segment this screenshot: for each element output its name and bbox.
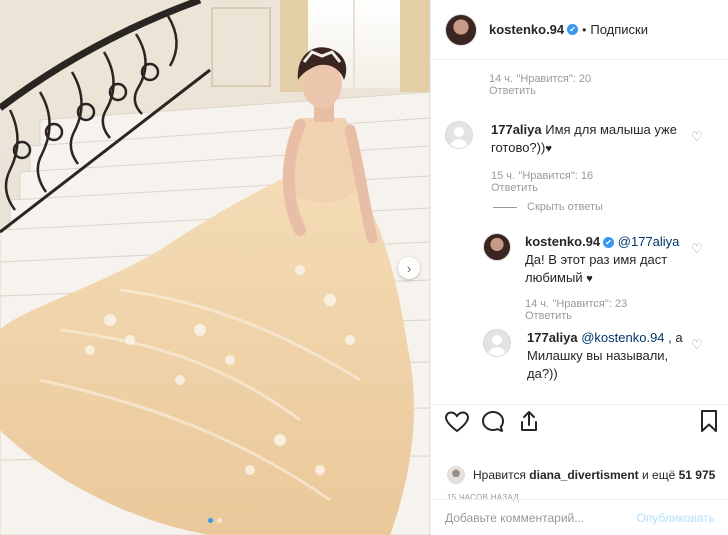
post-header: kostenko.94 ✔ • Подписки: [431, 0, 728, 60]
hide-replies-button[interactable]: Скрыть ответы: [493, 201, 603, 213]
comment-likes[interactable]: "Нравится": 16: [518, 170, 593, 182]
comment-bubble-icon[interactable]: [481, 410, 505, 434]
heart-outline-icon[interactable]: [445, 411, 469, 433]
likes-prefix: Нравится: [473, 468, 526, 482]
divider-line: [493, 206, 517, 208]
carousel-dot-2: [217, 518, 222, 523]
reply-kostenko: kostenko.94 ✔ @177aliya Да! В этот раз им…: [483, 233, 719, 322]
comment-177aliya: 177aliya Имя для малыша уже готово?))♥ 1…: [445, 121, 715, 194]
likes-and-more: и ещё: [642, 468, 676, 482]
post-side-panel: kostenko.94 ✔ • Подписки 14 ч. "Нравится…: [430, 0, 728, 535]
chevron-right-icon: ›: [406, 260, 412, 276]
header-separator: •: [582, 22, 587, 37]
reply-mention[interactable]: @kostenko.94: [581, 330, 664, 345]
post-photo[interactable]: ›: [0, 0, 430, 535]
reply-button[interactable]: Ответить: [525, 310, 685, 322]
reply-button[interactable]: Ответить: [491, 182, 699, 194]
carousel-indicator: [0, 518, 430, 523]
heart-emoji-icon: ♥: [586, 273, 593, 285]
commenter-username[interactable]: 177aliya: [491, 122, 542, 137]
comment-likes[interactable]: "Нравится": 23: [552, 298, 627, 310]
reply-text: Да! В этот раз имя даст любимый: [525, 252, 668, 285]
add-comment-bar: Опубликовать: [431, 499, 728, 535]
likes-count[interactable]: 51 975: [679, 468, 716, 482]
reply-button[interactable]: Ответить: [489, 85, 591, 97]
next-photo-button[interactable]: ›: [398, 257, 420, 279]
follow-status-button[interactable]: Подписки: [590, 22, 648, 37]
verified-badge-icon: ✔: [603, 237, 615, 249]
action-bar: [431, 404, 728, 434]
reply-author-avatar[interactable]: [483, 233, 511, 261]
reply-commenter-avatar[interactable]: [483, 329, 511, 357]
heart-emoji-icon: ♥: [545, 143, 552, 155]
instagram-post: › kostenko.94 ✔ • Подписки 14 ч. "Нравит…: [0, 0, 728, 535]
reply-body: kostenko.94 ✔ @177aliya Да! В этот раз им…: [525, 233, 685, 288]
share-arrow-icon[interactable]: [517, 409, 541, 433]
comment-body: 177aliya Имя для малыша уже готово?))♥: [491, 121, 699, 158]
commenter-avatar[interactable]: [445, 121, 473, 149]
publish-button[interactable]: Опубликовать: [637, 511, 715, 525]
comment-time: 15 ч.: [491, 170, 516, 182]
reply-body: 177aliya @kostenko.94 , а Милашку вы наз…: [527, 329, 697, 383]
photo-illustration: [0, 0, 430, 535]
comments-list[interactable]: 14 ч. "Нравится": 20 Ответить 177aliya И…: [431, 61, 728, 403]
reply-username[interactable]: 177aliya: [527, 330, 578, 345]
previous-comment-meta: 14 ч. "Нравится": 20 Ответить: [489, 71, 591, 97]
author-username[interactable]: kostenko.94: [489, 22, 564, 37]
author-avatar[interactable]: [445, 13, 477, 46]
bookmark-icon[interactable]: [699, 409, 719, 433]
carousel-dot-1: [208, 518, 213, 523]
verified-badge-icon: ✔: [567, 24, 579, 35]
comment-likes[interactable]: "Нравится": 20: [516, 73, 591, 85]
comment-like-heart-icon[interactable]: ♡: [691, 129, 703, 145]
reply-username[interactable]: kostenko.94: [525, 234, 600, 249]
hide-replies-label: Скрыть ответы: [527, 201, 603, 213]
comment-like-heart-icon[interactable]: ♡: [691, 337, 703, 353]
reply-177aliya: 177aliya @kostenko.94 , а Милашку вы наз…: [483, 329, 719, 383]
likes-summary[interactable]: Нравится diana_divertisment и ещё 51 975: [447, 466, 715, 484]
reply-mention[interactable]: @177aliya: [618, 234, 680, 249]
liker-avatar: [447, 466, 465, 484]
comment-like-heart-icon[interactable]: ♡: [691, 241, 703, 257]
comment-time: 14 ч.: [489, 73, 514, 85]
comment-time: 14 ч.: [525, 298, 550, 310]
comment-input[interactable]: [445, 510, 637, 525]
liker-username[interactable]: diana_divertisment: [529, 468, 638, 482]
